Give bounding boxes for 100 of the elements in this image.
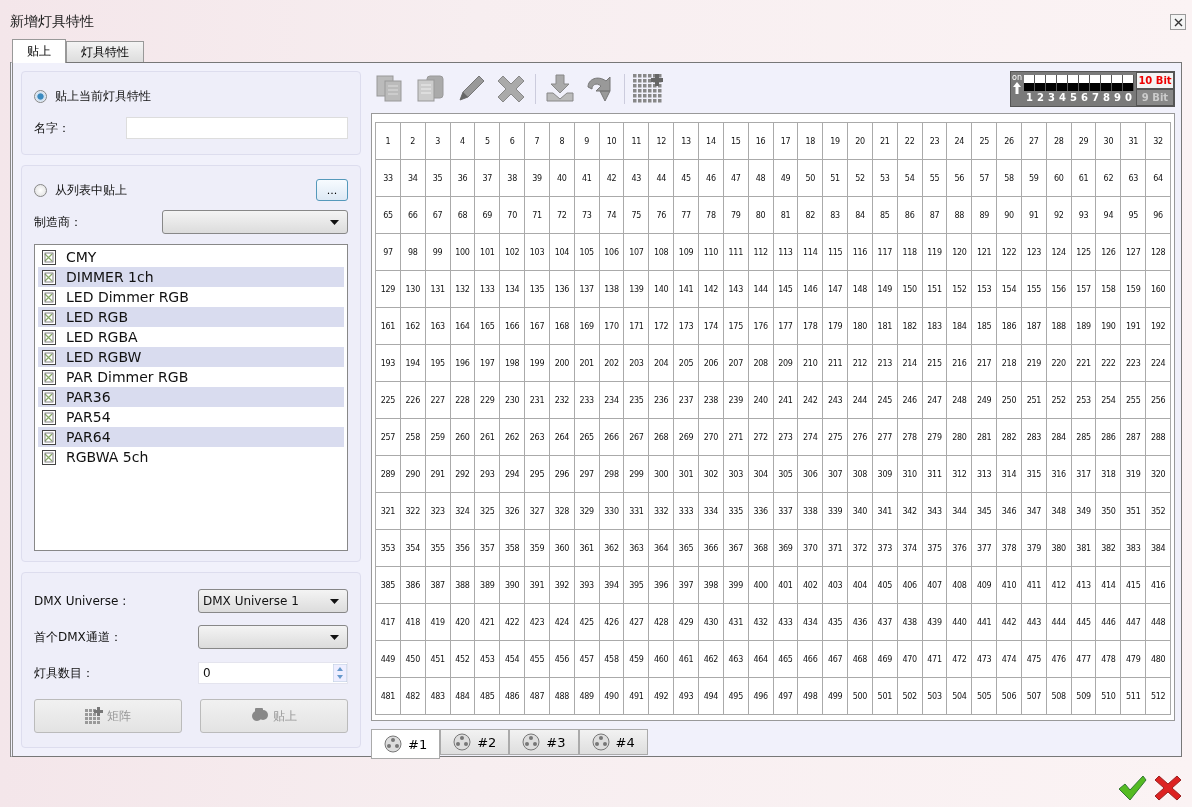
channel-cell: 328 bbox=[549, 493, 575, 530]
switch-number: 6 bbox=[1080, 91, 1089, 104]
grid-icon bbox=[85, 707, 103, 725]
channel-cell: 247 bbox=[922, 382, 948, 419]
switch-toggle[interactable] bbox=[1057, 75, 1068, 91]
switch-toggle[interactable] bbox=[1079, 75, 1090, 91]
channel-cell: 294 bbox=[500, 456, 526, 493]
dropdown[interactable] bbox=[162, 210, 348, 234]
switch-toggle[interactable] bbox=[1101, 75, 1112, 91]
channel-cell: 182 bbox=[897, 308, 923, 345]
switch-toggle[interactable] bbox=[1112, 75, 1123, 91]
channel-cell: 468 bbox=[848, 641, 873, 678]
channel-cell: 106 bbox=[599, 234, 625, 271]
dropdown[interactable]: DMX Universe 1 bbox=[198, 589, 348, 613]
universe-tab[interactable]: #2 bbox=[440, 729, 510, 755]
close-button[interactable] bbox=[1170, 14, 1186, 30]
name-field[interactable] bbox=[126, 117, 348, 139]
channel-cell: 305 bbox=[773, 456, 799, 493]
connector-icon bbox=[384, 735, 402, 753]
channel-cell: 231 bbox=[525, 382, 550, 419]
channel-cell: 376 bbox=[947, 530, 973, 567]
switch-toggle[interactable] bbox=[1035, 75, 1046, 91]
channel-cell: 64 bbox=[1146, 160, 1171, 197]
channel-cell: 287 bbox=[1121, 419, 1147, 456]
channel-cell: 512 bbox=[1146, 678, 1171, 715]
switch-toggle[interactable] bbox=[1068, 75, 1079, 91]
channel-cell: 415 bbox=[1121, 567, 1147, 604]
channel-cell: 330 bbox=[599, 493, 625, 530]
channel-cell: 406 bbox=[897, 567, 923, 604]
bit-mode-button[interactable]: 10 Bit bbox=[1136, 72, 1174, 89]
channel-cell: 250 bbox=[997, 382, 1022, 419]
field-label: 制造商： bbox=[34, 213, 82, 231]
cancel-button[interactable] bbox=[1152, 773, 1184, 803]
channel-cell: 213 bbox=[872, 345, 898, 382]
channel-cell: 131 bbox=[425, 271, 451, 308]
channel-cell: 154 bbox=[997, 271, 1022, 308]
channel-cell: 486 bbox=[500, 678, 526, 715]
channel-cell: 175 bbox=[723, 308, 749, 345]
dip-switch[interactable]: on 1 2 3 4 5 6 7 8 9 0 10 Bit 9 Bit bbox=[1010, 71, 1175, 107]
channel-cell: 400 bbox=[748, 567, 774, 604]
channel-cell: 74 bbox=[599, 197, 625, 234]
channel-cell: 278 bbox=[897, 419, 923, 456]
close-icon bbox=[1173, 17, 1183, 27]
number-field[interactable]: 0 bbox=[198, 662, 348, 684]
channel-cell: 173 bbox=[674, 308, 699, 345]
universe-tab[interactable]: #3 bbox=[509, 729, 579, 755]
switch-number: 1 bbox=[1025, 91, 1034, 104]
channel-cell: 349 bbox=[1071, 493, 1097, 530]
channel-cell: 445 bbox=[1071, 604, 1097, 641]
channel-cell: 210 bbox=[798, 345, 824, 382]
ok-button[interactable] bbox=[1116, 773, 1148, 803]
channel-cell: 86 bbox=[897, 197, 923, 234]
channel-cell: 75 bbox=[624, 197, 650, 234]
dropdown[interactable] bbox=[198, 625, 348, 649]
channel-cell: 38 bbox=[500, 160, 526, 197]
channel-cell: 21 bbox=[872, 123, 898, 160]
channel-cell: 267 bbox=[624, 419, 650, 456]
list-item: PAR36 bbox=[66, 389, 111, 405]
universe-tab[interactable]: #1 bbox=[371, 729, 441, 759]
switch-toggle[interactable] bbox=[1123, 75, 1134, 91]
channel-cell: 77 bbox=[674, 197, 699, 234]
channel-cell: 211 bbox=[823, 345, 849, 382]
channel-cell: 120 bbox=[947, 234, 973, 271]
channel-cell: 317 bbox=[1071, 456, 1097, 493]
channel-cell: 431 bbox=[723, 604, 749, 641]
switch-number: 7 bbox=[1091, 91, 1100, 104]
channel-cell: 4 bbox=[450, 123, 476, 160]
channel-cell: 459 bbox=[624, 641, 650, 678]
radio-button[interactable] bbox=[34, 89, 47, 103]
switch-toggle[interactable] bbox=[1046, 75, 1057, 91]
channel-cell: 9 bbox=[574, 123, 600, 160]
channel-cell: 65 bbox=[376, 197, 401, 234]
channel-cell: 297 bbox=[574, 456, 600, 493]
channel-cell: 275 bbox=[823, 419, 849, 456]
tab[interactable]: 贴上 bbox=[12, 39, 66, 63]
browse-button[interactable]: ... bbox=[316, 179, 348, 201]
channel-cell: 500 bbox=[848, 678, 873, 715]
channel-cell: 126 bbox=[1096, 234, 1122, 271]
universe-tab[interactable]: #4 bbox=[578, 729, 648, 755]
channel-cell: 228 bbox=[450, 382, 476, 419]
channel-cell: 207 bbox=[723, 345, 749, 382]
switch-toggle[interactable] bbox=[1090, 75, 1101, 91]
switch-toggle[interactable] bbox=[1024, 75, 1035, 91]
channel-cell: 449 bbox=[376, 641, 401, 678]
switch-number: 4 bbox=[1058, 91, 1067, 104]
channel-cell: 44 bbox=[649, 160, 675, 197]
channel-cell: 325 bbox=[475, 493, 501, 530]
list-item: RGBWA 5ch bbox=[66, 449, 149, 465]
radio-button[interactable] bbox=[34, 183, 47, 197]
tab[interactable]: 灯具特性 bbox=[66, 41, 144, 62]
channel-cell: 105 bbox=[574, 234, 600, 271]
channel-cell: 450 bbox=[400, 641, 426, 678]
channel-cell: 100 bbox=[450, 234, 476, 271]
channel-cell: 248 bbox=[947, 382, 973, 419]
channel-cell: 224 bbox=[1146, 345, 1171, 382]
channel-cell: 472 bbox=[947, 641, 973, 678]
channel-cell: 218 bbox=[997, 345, 1022, 382]
caret-icon bbox=[330, 219, 339, 225]
channel-cell: 34 bbox=[400, 160, 426, 197]
channel-cell: 130 bbox=[400, 271, 426, 308]
